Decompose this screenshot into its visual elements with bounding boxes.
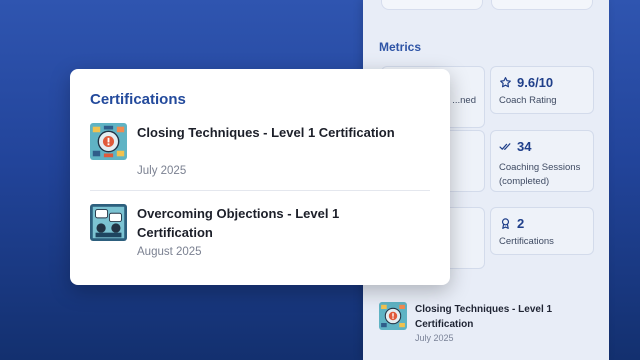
metric-label: ...ned: [452, 95, 476, 106]
certifications-label: Certifications: [499, 236, 554, 247]
certifications-card: Certifications Closing Techniques - Leve…: [70, 69, 450, 285]
metric-card-coaching-sessions: 34 Coaching Sessions (completed): [490, 130, 594, 192]
coaching-sessions-value: 34: [517, 139, 532, 154]
metric-value: 2: [499, 216, 524, 231]
metric-value: 9.6/10: [499, 75, 553, 90]
certification-title: Overcoming Objections - Level 1 Certific…: [137, 206, 340, 240]
metric-value: 34: [499, 139, 531, 154]
certification-date: July 2025: [137, 165, 187, 177]
certification-title: Closing Techniques - Level 1 Certificati…: [137, 125, 395, 140]
certificate-chat-icon: [90, 204, 127, 241]
award-icon: [501, 218, 510, 229]
certificate-badge-icon: [90, 123, 127, 160]
metric-card-certifications: 2 Certifications: [490, 207, 594, 255]
certifications-count: 2: [517, 216, 525, 231]
metrics-heading: Metrics: [379, 40, 422, 54]
side-certification-title: Closing Techniques - Level 1 Certificati…: [415, 304, 553, 330]
metric-card-coach-rating: 9.6/10 Coach Rating: [490, 66, 594, 114]
summary-card[interactable]: [381, 0, 483, 10]
certificate-badge-icon: [379, 302, 407, 330]
summary-card[interactable]: [491, 0, 593, 10]
double-check-icon: [499, 143, 511, 150]
star-icon: [500, 77, 511, 88]
certifications-heading: Certifications: [90, 91, 186, 108]
certification-item[interactable]: Closing Techniques - Level 1 Certificati…: [90, 123, 430, 183]
coach-rating-value: 9.6/10: [517, 75, 554, 90]
side-certification-date: July 2025: [415, 333, 454, 343]
divider: [90, 190, 430, 191]
coach-rating-label: Coach Rating: [499, 95, 557, 106]
certification-date: August 2025: [137, 246, 202, 258]
coaching-sessions-label: Coaching Sessions (completed): [499, 162, 581, 187]
certification-item[interactable]: Overcoming Objections - Level 1 Certific…: [90, 204, 430, 264]
